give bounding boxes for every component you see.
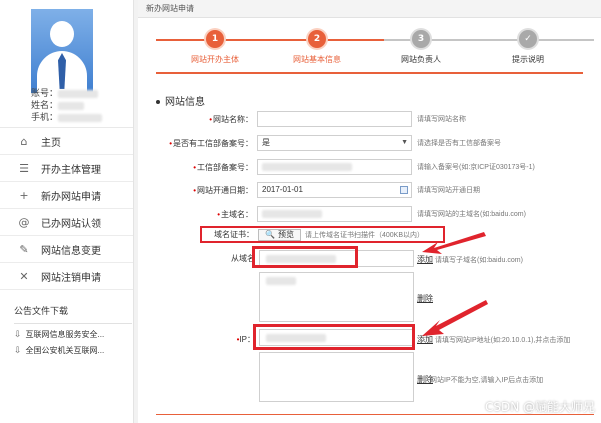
chevron-down-icon: ▼	[401, 139, 408, 146]
sidebar-item-label: 网站信息变更	[41, 245, 101, 257]
list-icon: ☰	[19, 161, 29, 175]
check-icon: ✓	[519, 30, 537, 48]
sidebar: 账号： 姓名： 手机： ⌂ 主页 ☰ 开办主体管理 + 新办网站申请 @ 已办网…	[0, 0, 134, 423]
sub-domain-label: 从域名	[231, 254, 255, 263]
open-date-input[interactable]: 2017-01-01	[257, 182, 412, 198]
main-domain-input[interactable]	[257, 206, 412, 222]
close-icon: ✕	[19, 269, 29, 283]
has-icp-select[interactable]: 是 ▼	[257, 135, 412, 151]
main-content: 新办网站申请 1 网站开办主体 2 网站基本信息 3 网站负责人 ✓ 提示说明 …	[138, 0, 601, 423]
sidebar-item-home[interactable]: ⌂ 主页	[0, 128, 133, 155]
download-icon: ⇩	[14, 345, 22, 356]
search-icon: 🔍	[265, 230, 275, 239]
phone-line: 手机：	[31, 110, 103, 123]
ip-highlight	[253, 324, 415, 350]
download-link[interactable]: ⇩ 全国公安机关互联网...	[14, 345, 133, 356]
at-icon: @	[18, 215, 30, 229]
download-icon: ⇩	[14, 329, 22, 340]
downloads-title: 公告文件下载	[14, 304, 132, 324]
annotation-arrow	[422, 232, 486, 254]
sidebar-item-cancel-site[interactable]: ✕ 网站注销申请	[0, 263, 133, 290]
step-3: 3 网站负责人	[371, 30, 471, 65]
ip-label: •IP：	[236, 335, 255, 344]
row-site-name: •网站名称： 请填写网站名称	[138, 110, 601, 128]
sidebar-item-new-site[interactable]: + 新办网站申请	[0, 182, 133, 209]
progress-steps: 1 网站开办主体 2 网站基本信息 3 网站负责人 ✓ 提示说明	[156, 18, 594, 74]
sidebar-item-entity-management[interactable]: ☰ 开办主体管理	[0, 155, 133, 182]
plus-icon: +	[19, 188, 29, 202]
section-title: 网站信息	[156, 93, 205, 108]
sidebar-item-change-info[interactable]: ✎ 网站信息变更	[0, 236, 133, 263]
sidebar-item-label: 新办网站申请	[41, 191, 101, 203]
sidebar-item-label: 网站注销申请	[41, 272, 101, 284]
row-main-domain: •主域名： 请填写网站的主域名(如:baidu.com)	[138, 205, 601, 223]
download-link[interactable]: ⇩ 互联网信息服务安全...	[14, 329, 133, 340]
sidebar-item-label: 主页	[41, 137, 61, 149]
edit-icon: ✎	[19, 242, 29, 256]
watermark: CSDN @赋能大师兄	[484, 400, 595, 414]
sidebar-menu: ⌂ 主页 ☰ 开办主体管理 + 新办网站申请 @ 已办网站认领 ✎ 网站信息变更…	[0, 127, 133, 290]
icp-number-input[interactable]	[257, 159, 412, 175]
row-icp-number: •工信部备案号： 请输入备案号(如:京ICP证030173号-1)	[138, 158, 601, 176]
calendar-icon[interactable]	[400, 186, 408, 194]
site-name-input[interactable]	[257, 111, 412, 127]
row-open-date: •网站开通日期： 2017-01-01 请填写网站开通日期	[138, 181, 601, 199]
avatar	[31, 9, 93, 93]
home-icon: ⌂	[20, 134, 28, 148]
sub-domain-highlight	[252, 246, 358, 268]
page-title: 新办网站申请	[138, 0, 601, 18]
preview-button[interactable]: 🔍 预览	[258, 228, 301, 241]
domain-cert-highlight: 域名证书： 🔍 预览 请上传域名证书扫描件（400KB以内）	[200, 226, 445, 243]
sidebar-item-label: 开办主体管理	[41, 164, 101, 176]
sidebar-item-label: 已办网站认领	[41, 218, 101, 230]
annotation-arrow	[422, 300, 488, 336]
sub-domain-list[interactable]	[259, 272, 414, 322]
sidebar-item-claim-site[interactable]: @ 已办网站认领	[0, 209, 133, 236]
step-2: 2 网站基本信息	[267, 30, 367, 65]
ip-list[interactable]	[259, 352, 414, 402]
row-has-icp: •是否有工信部备案号： 是 ▼ 请选择是否有工信部备案号	[138, 134, 601, 152]
user-profile: 账号： 姓名： 手机：	[0, 0, 133, 127]
step-1: 1 网站开办主体	[165, 30, 265, 65]
step-4: ✓ 提示说明	[478, 30, 578, 65]
